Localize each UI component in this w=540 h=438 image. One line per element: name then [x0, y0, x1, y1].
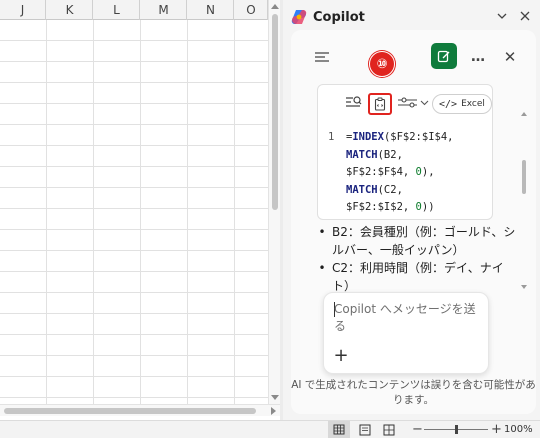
sheet-horizontal-scrollbar[interactable]: [0, 404, 280, 416]
open-in-excel-button[interactable]: </> Excel: [432, 94, 492, 114]
message-input-box[interactable]: Copilot へメッセージを送る +: [323, 292, 489, 374]
code-line: MATCH(B2,: [328, 147, 492, 165]
search-lines-icon[interactable]: [344, 91, 364, 113]
status-bar: − + 100%: [0, 420, 540, 438]
zoom-out-button[interactable]: −: [412, 422, 423, 438]
scroll-down-icon[interactable]: [271, 395, 279, 400]
line-number: [328, 164, 346, 182]
chevron-down-icon[interactable]: [418, 91, 430, 113]
list-item-text: B2：会員種別（例：ゴールド、シルバー、一般イッパン）: [332, 225, 516, 257]
page-layout-view-icon[interactable]: [358, 424, 372, 436]
code-content: 1 =INDEX($F$2:$I$4, MATCH(B2, $F$2:$F$4, 0)…: [328, 129, 492, 217]
chevron-down-icon[interactable]: [493, 7, 511, 25]
excel-label: Excel: [461, 99, 485, 109]
code-text: $F$2:$I$2, 0)): [346, 199, 492, 217]
code-text: $F$2:$F$4, 0),: [346, 164, 492, 182]
code-token: (B2,: [377, 148, 403, 161]
close-chat-button[interactable]: ✕: [497, 44, 523, 70]
column-header-j[interactable]: J: [0, 0, 46, 20]
copilot-pane: Copilot … ✕ </> Excel 1 =INDEX($F$2:$I$4…: [283, 0, 540, 420]
message-input[interactable]: Copilot へメッセージを送る: [334, 301, 484, 335]
more-options-button[interactable]: …: [465, 44, 491, 70]
code-token: $F$2:$F$4,: [346, 166, 416, 178]
list-item: • C2：利用時間（例：デイ、ナイト）: [317, 259, 517, 295]
column-header-m[interactable]: M: [141, 0, 187, 20]
copilot-title: Copilot: [313, 9, 365, 25]
code-token: ($F$2:$I$4,: [383, 131, 454, 143]
ai-disclaimer: AI で生成されたコンテンツは誤りを含む可能性があります。: [291, 379, 536, 406]
pane-title: Copilot: [291, 7, 365, 27]
code-line: $F$2:$F$4, 0),: [328, 164, 492, 182]
line-number: [328, 147, 346, 165]
chat-scroll-up-icon[interactable]: [521, 112, 527, 116]
page-break-view-icon[interactable]: [382, 424, 396, 436]
chat-panel: … ✕ </> Excel 1 =INDEX($F$2:$I$4, MATCH(…: [291, 30, 536, 414]
code-line: $F$2:$I$2, 0)): [328, 199, 492, 217]
code-line: MATCH(C2,: [328, 182, 492, 200]
zoom-slider-thumb[interactable]: [455, 425, 458, 434]
column-header-l[interactable]: L: [94, 0, 140, 20]
chat-scroll-thumb[interactable]: [522, 160, 526, 194]
code-function-name: MATCH: [346, 148, 378, 161]
list-item-text: C2：利用時間（例：デイ、ナイト）: [332, 261, 504, 293]
sheet-vertical-scrollbar[interactable]: [268, 0, 280, 404]
code-text: =INDEX($F$2:$I$4,: [346, 129, 492, 147]
hamburger-icon[interactable]: [309, 44, 335, 70]
code-line: 1 =INDEX($F$2:$I$4,: [328, 129, 492, 147]
code-token: ),: [421, 166, 435, 178]
column-header-k[interactable]: K: [47, 0, 93, 20]
copy-code-button[interactable]: [368, 93, 392, 115]
code-block-toolbar: </> Excel: [318, 91, 494, 115]
list-item: • B2：会員種別（例：ゴールド、シルバー、一般イッパン）: [318, 225, 516, 257]
scroll-up-icon[interactable]: [271, 4, 279, 9]
scroll-right-icon[interactable]: [271, 407, 276, 415]
chat-scroll-down-icon[interactable]: [521, 285, 527, 289]
code-function-name: INDEX: [352, 131, 384, 143]
code-function-name: MATCH: [346, 183, 378, 196]
grid-view-icon: [333, 424, 345, 435]
cell-grid[interactable]: [0, 20, 268, 404]
response-bullet-list: • B2：会員種別（例：ゴールド、シルバー、一般イッパン） • C2：利用時間（…: [317, 223, 517, 295]
code-block-card: </> Excel 1 =INDEX($F$2:$I$4, MATCH(B2, $F$…: [317, 84, 493, 220]
normal-view-button[interactable]: [328, 421, 350, 438]
code-token: )): [421, 201, 435, 213]
code-brackets-icon: </>: [439, 98, 458, 110]
column-header-o[interactable]: O: [235, 0, 268, 20]
new-chat-button[interactable]: [431, 43, 457, 69]
clipboard-icon: [374, 97, 386, 111]
column-header-n[interactable]: N: [188, 0, 234, 20]
chat-toolbar: … ✕: [291, 30, 536, 84]
insert-options-icon[interactable]: [396, 91, 420, 113]
zoom-in-button[interactable]: +: [491, 422, 502, 438]
line-number: 1: [328, 131, 335, 143]
code-text: MATCH(C2,: [346, 182, 492, 200]
code-text: MATCH(B2,: [346, 147, 492, 165]
add-attachment-icon[interactable]: +: [332, 347, 350, 365]
scroll-thumb[interactable]: [4, 408, 256, 414]
column-header-row: J K L M N O: [0, 0, 268, 20]
close-pane-icon[interactable]: [516, 7, 534, 25]
spreadsheet-area[interactable]: J K L M N O: [0, 0, 268, 404]
scroll-thumb[interactable]: [272, 14, 278, 210]
zoom-level[interactable]: 100%: [504, 423, 533, 437]
step-number-badge: ⑩: [369, 51, 395, 77]
copilot-logo-icon: [291, 10, 307, 24]
code-token: $F$2:$I$2,: [346, 201, 416, 213]
line-number: [328, 182, 346, 200]
new-chat-icon: [437, 50, 450, 63]
line-number: [328, 199, 346, 217]
code-token: (C2,: [377, 183, 403, 196]
